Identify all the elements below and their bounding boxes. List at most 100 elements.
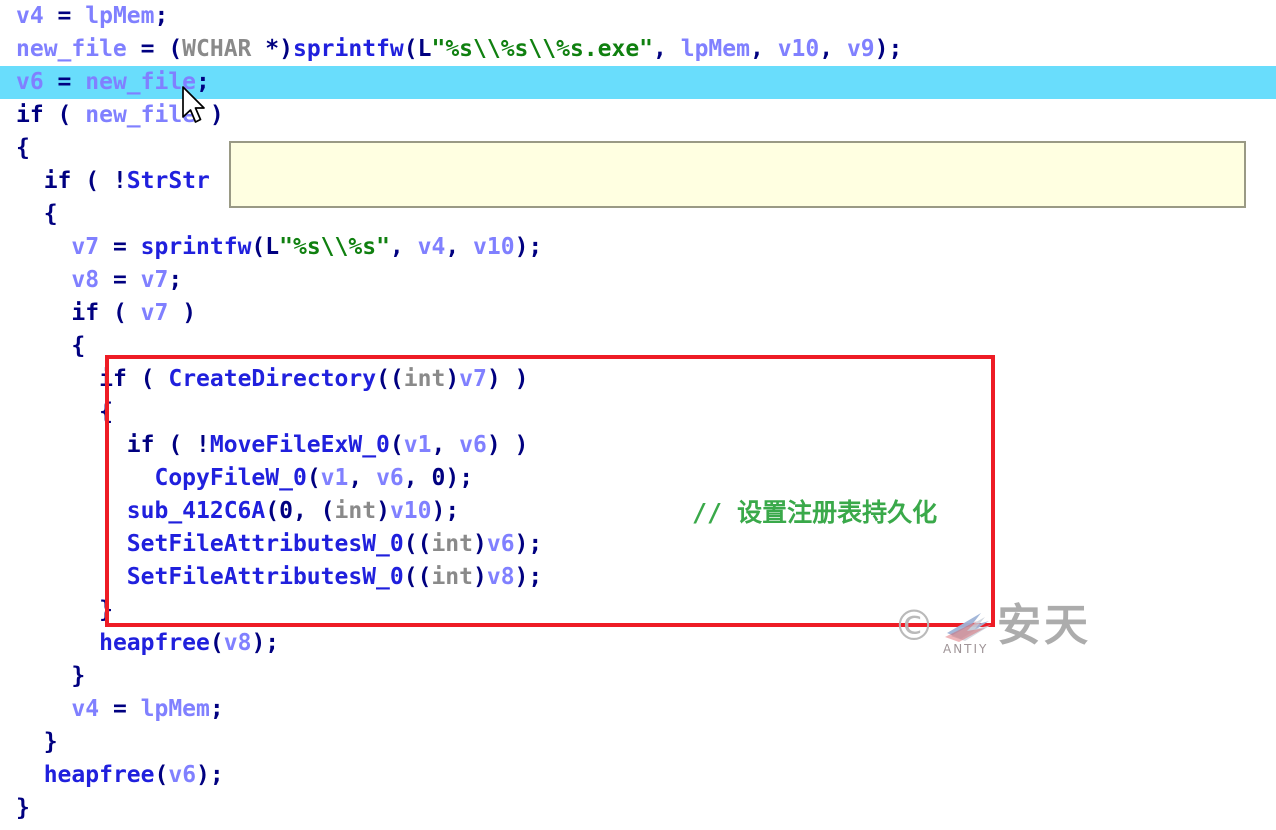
code-token-punct: ( [209, 630, 224, 656]
code-token-fn: heapfree [99, 630, 210, 656]
decompiler-code-pane[interactable]: v4 = lpMem; new_file = (WCHAR *)sprintfw(… [0, 0, 1276, 830]
code-line[interactable]: heapfree(v8); [0, 627, 1276, 660]
code-line-text: sub_412C6A(0, (int)v10); [0, 495, 459, 528]
code-line[interactable]: } [0, 792, 1276, 825]
code-token-punct: ); [196, 762, 224, 788]
code-line-text: { [0, 330, 85, 363]
code-token-var: v7 [140, 267, 169, 293]
code-line[interactable]: if ( CreateDirectory((int)v7) ) [0, 363, 1276, 396]
code-line[interactable]: new_file = (WCHAR *)sprintfw(L"%s\\%s\\%… [0, 33, 1276, 66]
code-line[interactable]: v6 = new_file; [0, 66, 1276, 99]
code-token-var: v7 [71, 234, 100, 260]
code-line[interactable]: v4 = lpMem; [0, 693, 1276, 726]
code-token-var: v6 [459, 432, 487, 458]
code-line[interactable]: v4 = lpMem; [0, 0, 1276, 33]
code-token-fn: StrStr [126, 168, 210, 194]
code-token-type: int [403, 366, 446, 392]
code-token-var: v10 [389, 498, 432, 524]
code-line-text: v6 = new_file; [0, 66, 210, 99]
code-token-punct: ); [431, 498, 460, 524]
code-token-type: int [431, 531, 473, 557]
code-line[interactable]: v8 = v7; [0, 264, 1276, 297]
code-token-punct: ) [168, 300, 197, 326]
code-token-type: int [334, 498, 377, 524]
code-line-text: v8 = v7; [0, 264, 182, 297]
code-token-punct: ) [472, 564, 487, 590]
code-token-var: v1 [403, 432, 432, 458]
code-token-punct: (( [403, 531, 432, 557]
code-token-var: v7 [459, 366, 487, 392]
annotation-comment-slashes: // [692, 498, 738, 527]
code-token-punct: { [43, 201, 58, 227]
code-line[interactable]: if ( v7 ) [0, 297, 1276, 330]
code-line-text: } [0, 660, 85, 693]
code-token-punct: (( [376, 366, 404, 392]
code-token-kw: if [71, 300, 100, 326]
code-token-punct: ( [251, 234, 266, 260]
annotation-comment-text: 设置注册表持久化 [737, 498, 938, 527]
code-line-text: v7 = sprintfw(L"%s\\%s", v4, v10); [0, 231, 542, 264]
code-token-var: v9 [846, 36, 875, 62]
code-token-punct: , [749, 36, 778, 62]
code-token-num: 0 [431, 465, 446, 491]
code-line[interactable]: { [0, 396, 1276, 429]
code-token-var: v6 [16, 69, 44, 95]
code-token-punct: ); [874, 36, 903, 62]
code-line-text: if ( new_file ) [0, 99, 224, 132]
code-token-punct: , [653, 36, 681, 62]
code-token-kw: L [417, 36, 432, 62]
code-line[interactable]: } [0, 726, 1276, 759]
code-line[interactable]: SetFileAttributesW_0((int)v8); [0, 561, 1276, 594]
code-token-str: "%s\\%s" [279, 234, 390, 260]
code-token-punct: ; [154, 3, 169, 29]
code-token-var: v4 [417, 234, 446, 260]
code-token-punct: = [43, 69, 86, 95]
code-token-punct: ); [514, 564, 543, 590]
code-token-punct: ); [445, 465, 474, 491]
code-token-punct: ; [209, 696, 224, 722]
code-token-punct: } [16, 795, 30, 821]
code-line-text: heapfree(v8); [0, 627, 279, 660]
code-token-str: "%s\\%s\\%s.exe" [431, 36, 654, 62]
code-token-var: v10 [473, 234, 515, 260]
code-token-fn: sprintfw [292, 36, 404, 62]
code-line-text: heapfree(v6); [0, 759, 224, 792]
code-token-punct: (( [403, 564, 432, 590]
code-line-text: CopyFileW_0(v1, v6, 0); [0, 462, 473, 495]
code-token-var: new_file [16, 36, 127, 62]
code-token-punct: = [43, 3, 86, 29]
code-line[interactable]: sub_412C6A(0, (int)v10); [0, 495, 1276, 528]
code-line[interactable]: SetFileAttributesW_0((int)v6); [0, 528, 1276, 561]
code-token-punct: , ( [292, 498, 335, 524]
code-token-var: v6 [376, 465, 404, 491]
code-token-var: v7 [140, 300, 169, 326]
code-token-punct: ( [99, 300, 141, 326]
code-line-text: if ( !StrStr [0, 165, 210, 198]
code-token-fn: MoveFileExW_0 [209, 432, 390, 458]
code-line-text: { [0, 198, 58, 231]
code-line[interactable]: } [0, 594, 1276, 627]
code-token-type: WCHAR [182, 36, 252, 62]
code-line[interactable]: if ( !MoveFileExW_0(v1, v6) ) [0, 429, 1276, 462]
code-token-punct: ( [403, 36, 418, 62]
code-token-punct: , [348, 465, 377, 491]
code-line-text: v4 = lpMem; [0, 693, 224, 726]
code-line[interactable]: v7 = sprintfw(L"%s\\%s", v4, v10); [0, 231, 1276, 264]
code-token-punct: ( [154, 762, 169, 788]
code-line[interactable]: { [0, 330, 1276, 363]
code-token-kw: if [43, 168, 72, 194]
code-token-var: lpMem [85, 3, 155, 29]
code-line[interactable]: } [0, 660, 1276, 693]
code-line[interactable]: CopyFileW_0(v1, v6, 0); [0, 462, 1276, 495]
code-token-punct: } [71, 663, 86, 689]
code-token-fn: SetFileAttributesW_0 [126, 564, 404, 590]
code-line[interactable]: heapfree(v6); [0, 759, 1276, 792]
code-line-text: } [0, 594, 113, 627]
code-token-punct: ); [514, 234, 543, 260]
code-line-text: v4 = lpMem; [0, 0, 168, 33]
code-line-text: if ( v7 ) [0, 297, 196, 330]
code-token-var: lpMem [680, 36, 750, 62]
code-line[interactable]: if ( new_file ) [0, 99, 1276, 132]
code-token-punct: ) ) [486, 432, 529, 458]
code-token-var: v8 [71, 267, 100, 293]
